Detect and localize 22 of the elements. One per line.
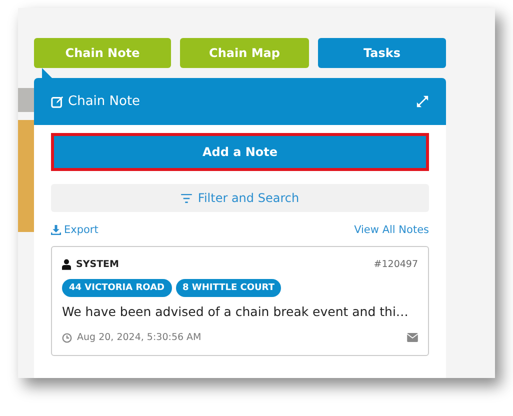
filter-icon: [180, 194, 192, 202]
add-note-button[interactable]: Add a Note: [51, 133, 429, 171]
tab[interactable]: Tasks: [318, 38, 446, 68]
clock-icon: [62, 332, 72, 342]
background-bar: [18, 88, 34, 112]
note-number: #120497: [374, 259, 418, 270]
panel-title: Chain Note: [68, 94, 140, 109]
filter-button[interactable]: Filter and Search: [51, 184, 429, 212]
view-all-notes-link[interactable]: View All Notes: [354, 224, 429, 236]
export-link[interactable]: Export: [51, 224, 98, 236]
edit-icon: [51, 95, 64, 108]
tab[interactable]: Chain Note: [34, 38, 171, 68]
expand-icon[interactable]: [416, 95, 429, 108]
envelope-icon[interactable]: [407, 333, 418, 342]
address-tag: 44 VICTORIA ROAD: [62, 279, 172, 297]
tab[interactable]: Chain Map: [180, 38, 309, 68]
address-tag: 8 WHITTLE COURT: [176, 279, 282, 297]
note-text: We have been advised of a chain break event and thi…: [62, 304, 410, 319]
note-author: SYSTEM: [76, 259, 119, 270]
download-icon: [51, 225, 61, 235]
person-icon: [62, 259, 71, 270]
note-time: Aug 20, 2024, 5:30:56 AM: [77, 332, 202, 343]
